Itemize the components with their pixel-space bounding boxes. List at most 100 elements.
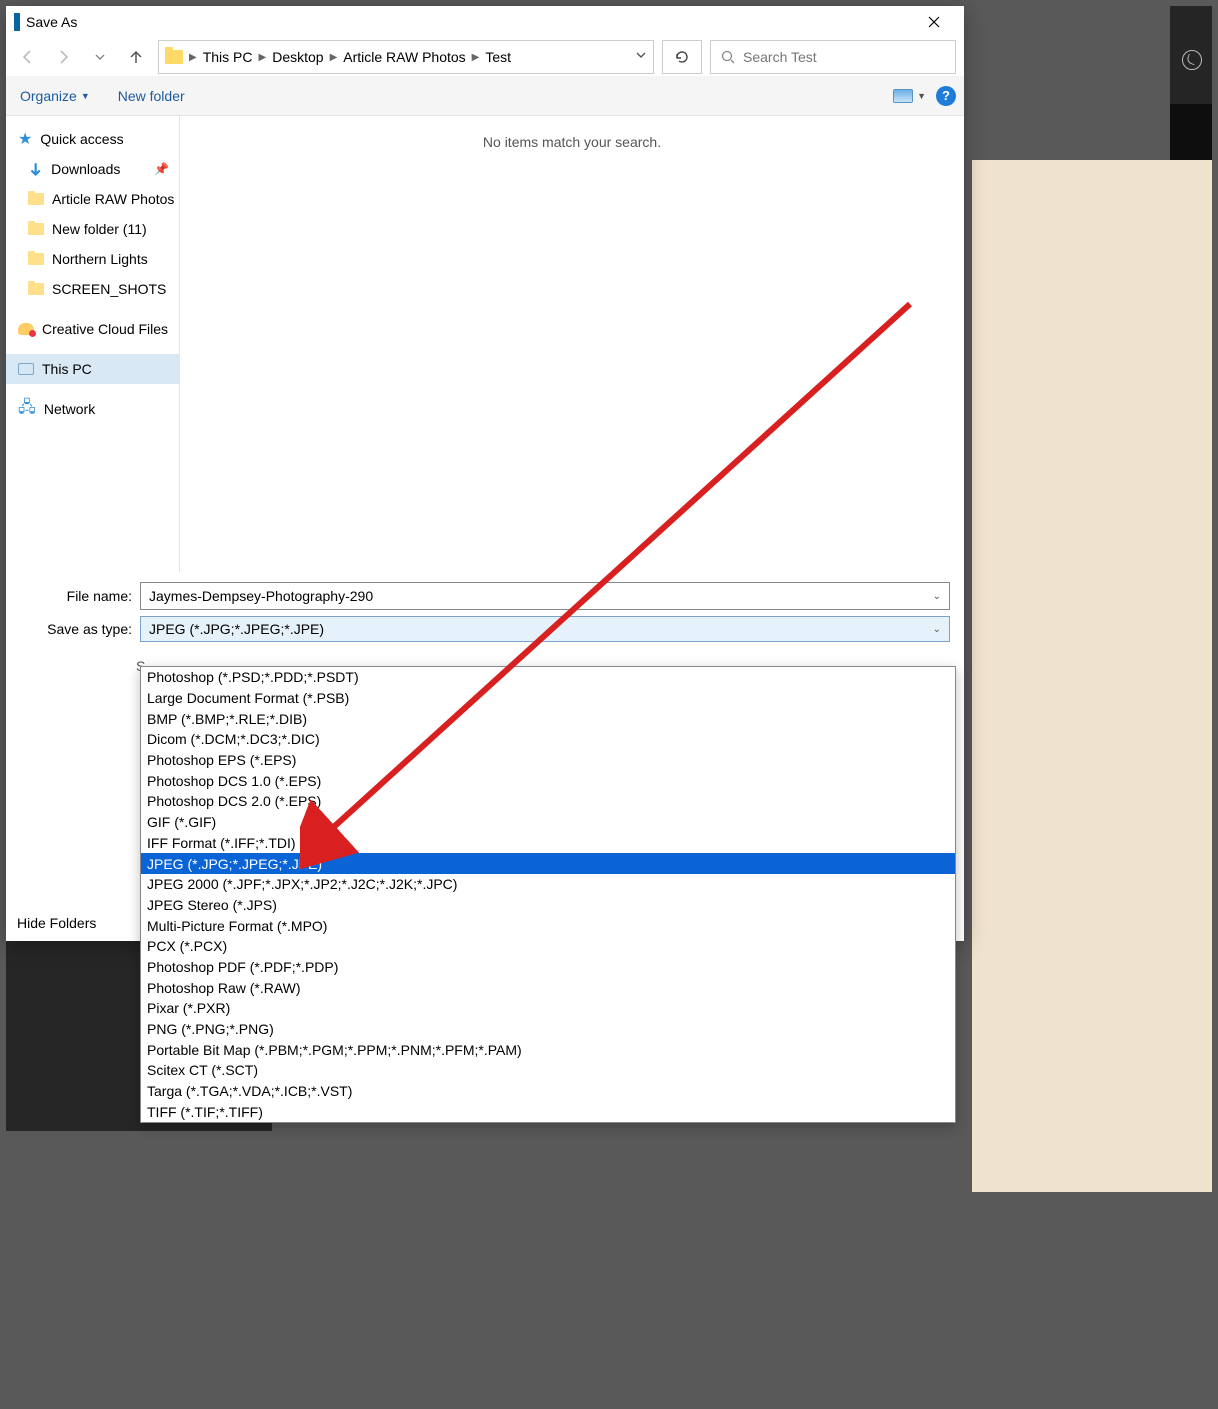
filetype-label: Save as type: [6,621,140,637]
new-folder-button[interactable]: New folder [112,84,191,108]
filetype-option[interactable]: Photoshop (*.PSD;*.PDD;*.PSDT) [141,667,955,688]
download-icon: ➜ [25,161,46,176]
forward-button[interactable] [50,43,78,71]
filename-value: Jaymes-Dempsey-Photography-290 [149,588,373,604]
file-list: No items match your search. [180,116,964,572]
sidebar-label: Quick access [40,131,123,147]
filetype-option[interactable]: Photoshop DCS 1.0 (*.EPS) [141,770,955,791]
nav-row: ▶ This PC ▶ Desktop ▶ Article RAW Photos… [6,38,964,76]
arrow-up-icon [128,49,144,65]
sidebar-label: Northern Lights [52,251,148,267]
filetype-option[interactable]: Scitex CT (*.SCT) [141,1060,955,1081]
folder-icon [28,283,44,295]
filetype-option[interactable]: Photoshop DCS 2.0 (*.EPS) [141,791,955,812]
star-icon: ★ [18,129,32,149]
pc-icon [18,363,34,375]
sidebar-item-folder[interactable]: Northern Lights [6,244,179,274]
help-button[interactable]: ? [936,86,956,106]
refresh-icon [674,49,690,65]
chevron-down-icon [95,52,105,62]
search-input[interactable] [743,49,945,65]
filetype-option[interactable]: JPEG (*.JPG;*.JPEG;*.JPE) [141,853,955,874]
search-icon [721,50,735,64]
filetype-option[interactable]: Pixar (*.PXR) [141,998,955,1019]
filename-input[interactable]: Jaymes-Dempsey-Photography-290 ⌄ [140,582,950,610]
folder-icon [28,193,44,205]
close-icon [928,16,940,28]
filetype-option[interactable]: IFF Format (*.IFF;*.TDI) [141,833,955,854]
sidebar-label: SCREEN_SHOTS [52,281,166,297]
filetype-option[interactable]: Large Document Format (*.PSB) [141,688,955,709]
sidebar-creative-cloud[interactable]: Creative Cloud Files [6,314,179,344]
cloud-icon [18,323,34,335]
hide-folders-button[interactable]: Hide Folders [17,915,96,931]
chevron-right-icon: ▶ [472,52,480,63]
chevron-right-icon: ▶ [330,52,338,63]
breadcrumb-segment[interactable]: Article RAW Photos [341,49,467,65]
history-icon [1182,50,1202,70]
filetype-option[interactable]: TIFF (*.TIF;*.TIFF) [141,1101,955,1122]
sidebar-label: Downloads [51,161,120,177]
background-dark-strip [1170,104,1212,160]
sidebar-this-pc[interactable]: This PC [6,354,179,384]
filetype-value: JPEG (*.JPG;*.JPEG;*.JPE) [149,621,324,637]
arrow-left-icon [20,49,36,65]
breadcrumb-segment[interactable]: Test [483,49,513,65]
filetype-option[interactable]: PCX (*.PCX) [141,936,955,957]
search-box[interactable] [710,40,956,74]
sidebar-item-folder[interactable]: SCREEN_SHOTS [6,274,179,304]
filetype-option[interactable]: Photoshop Raw (*.RAW) [141,977,955,998]
filetype-option[interactable]: Targa (*.TGA;*.VDA;*.ICB;*.VST) [141,1081,955,1102]
sidebar-item-downloads[interactable]: ➜ Downloads 📌 [6,154,179,184]
back-button[interactable] [14,43,42,71]
filetype-option[interactable]: Dicom (*.DCM;*.DC3;*.DIC) [141,729,955,750]
up-button[interactable] [122,43,150,71]
folder-icon [28,223,44,235]
chevron-right-icon: ▶ [189,52,197,63]
window-title: Save As [26,14,912,30]
background-panel [972,160,1212,1192]
filetype-option[interactable]: Multi-Picture Format (*.MPO) [141,915,955,936]
sidebar-item-folder[interactable]: Article RAW Photos [6,184,179,214]
chevron-down-icon [635,49,647,61]
network-icon: 🖧 [18,396,36,423]
arrow-right-icon [56,49,72,65]
sidebar-label: This PC [42,361,92,377]
filetype-option[interactable]: GIF (*.GIF) [141,812,955,833]
sidebar-item-folder[interactable]: New folder (11) [6,214,179,244]
filetype-option[interactable]: JPEG 2000 (*.JPF;*.JPX;*.JP2;*.J2C;*.J2K… [141,874,955,895]
refresh-button[interactable] [662,40,702,74]
filetype-option[interactable]: Photoshop PDF (*.PDF;*.PDP) [141,957,955,978]
breadcrumb-segment[interactable]: This PC [201,49,255,65]
organize-label: Organize [20,88,77,104]
sidebar-label: Network [44,401,95,417]
background-app-toolbar [1170,6,1212,104]
filetype-option[interactable]: Photoshop EPS (*.EPS) [141,750,955,771]
close-button[interactable] [912,8,956,36]
empty-message: No items match your search. [483,134,661,150]
organize-button[interactable]: Organize ▼ [14,84,96,108]
path-dropdown[interactable] [635,48,647,66]
filetype-option[interactable]: BMP (*.BMP;*.RLE;*.DIB) [141,708,955,729]
filetype-option[interactable]: PNG (*.PNG;*.PNG) [141,1019,955,1040]
folder-icon [28,253,44,265]
app-icon [14,13,20,31]
sidebar-label: Article RAW Photos [52,191,174,207]
sidebar: ★ Quick access ➜ Downloads 📌 Article RAW… [6,116,180,572]
sidebar-label: Creative Cloud Files [42,321,168,337]
recent-dropdown[interactable] [86,43,114,71]
filetype-dropdown[interactable]: JPEG (*.JPG;*.JPEG;*.JPE) ⌄ [140,616,950,642]
sidebar-network[interactable]: 🖧 Network [6,394,179,424]
filetype-option[interactable]: Portable Bit Map (*.PBM;*.PGM;*.PPM;*.PN… [141,1039,955,1060]
filetype-option[interactable]: JPEG Stereo (*.JPS) [141,895,955,916]
chevron-down-icon: ⌄ [933,591,941,602]
chevron-down-icon: ⌄ [933,624,941,635]
breadcrumb-segment[interactable]: Desktop [270,49,325,65]
view-dropdown[interactable]: ▼ [893,89,926,103]
breadcrumb-path[interactable]: ▶ This PC ▶ Desktop ▶ Article RAW Photos… [158,40,654,74]
filetype-options-list[interactable]: Photoshop (*.PSD;*.PDD;*.PSDT)Large Docu… [140,666,956,1123]
titlebar: Save As [6,6,964,38]
folder-icon [165,50,183,64]
sidebar-quick-access[interactable]: ★ Quick access [6,124,179,154]
view-icon [893,89,913,103]
